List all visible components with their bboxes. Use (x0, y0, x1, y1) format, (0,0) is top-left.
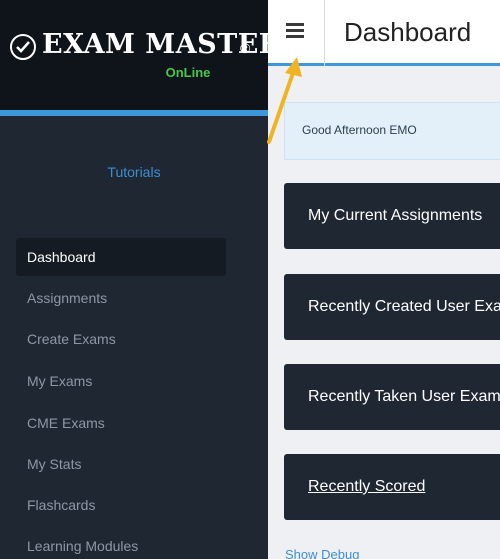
checkmark-icon (10, 34, 36, 60)
tutorials-link[interactable]: Tutorials (0, 164, 268, 180)
panel-recently-created-user-exams[interactable]: Recently Created User Exams (284, 274, 500, 340)
registered-mark: ® (240, 40, 251, 56)
panel-recently-taken-user-exams[interactable]: Recently Taken User Exams (284, 364, 500, 430)
sidebar-item-learning-modules[interactable]: Learning Modules (16, 527, 226, 559)
panel-recently-scored[interactable]: Recently Scored (284, 454, 500, 520)
brand-logo[interactable]: Exam Master ® OnLine (0, 0, 281, 110)
sidebar-item-my-stats[interactable]: My Stats (16, 445, 226, 483)
sidebar-item-flashcards[interactable]: Flashcards (16, 486, 226, 524)
brand-subtitle: OnLine (165, 65, 211, 80)
top-bar: Dashboard (268, 0, 500, 66)
sidebar-accent-bar (0, 110, 268, 116)
sidebar-item-my-exams[interactable]: My Exams (16, 362, 226, 400)
sidebar-item-cme-exams[interactable]: CME Exams (16, 404, 226, 442)
recently-scored-link[interactable]: Recently Scored (308, 478, 425, 495)
panel-current-assignments[interactable]: My Current Assignments (284, 183, 500, 249)
sidebar-item-assignments[interactable]: Assignments (16, 279, 226, 317)
sidebar: Exam Master ® OnLine Tutorials Dashboard… (0, 0, 281, 559)
panel-title: My Current Assignments (308, 207, 483, 224)
panel-title: Recently Taken User Exams (308, 388, 500, 405)
greeting-banner: Good Afternoon EMO (284, 102, 500, 160)
sidebar-item-create-exams[interactable]: Create Exams (16, 320, 226, 358)
panel-title: Recently Created User Exams (308, 298, 500, 315)
header-divider (324, 0, 325, 66)
sidebar-item-dashboard[interactable]: Dashboard (16, 238, 226, 276)
page-title: Dashboard (344, 17, 472, 47)
hamburger-menu-icon[interactable] (286, 23, 304, 39)
show-debug-link[interactable]: Show Debug (285, 547, 359, 559)
